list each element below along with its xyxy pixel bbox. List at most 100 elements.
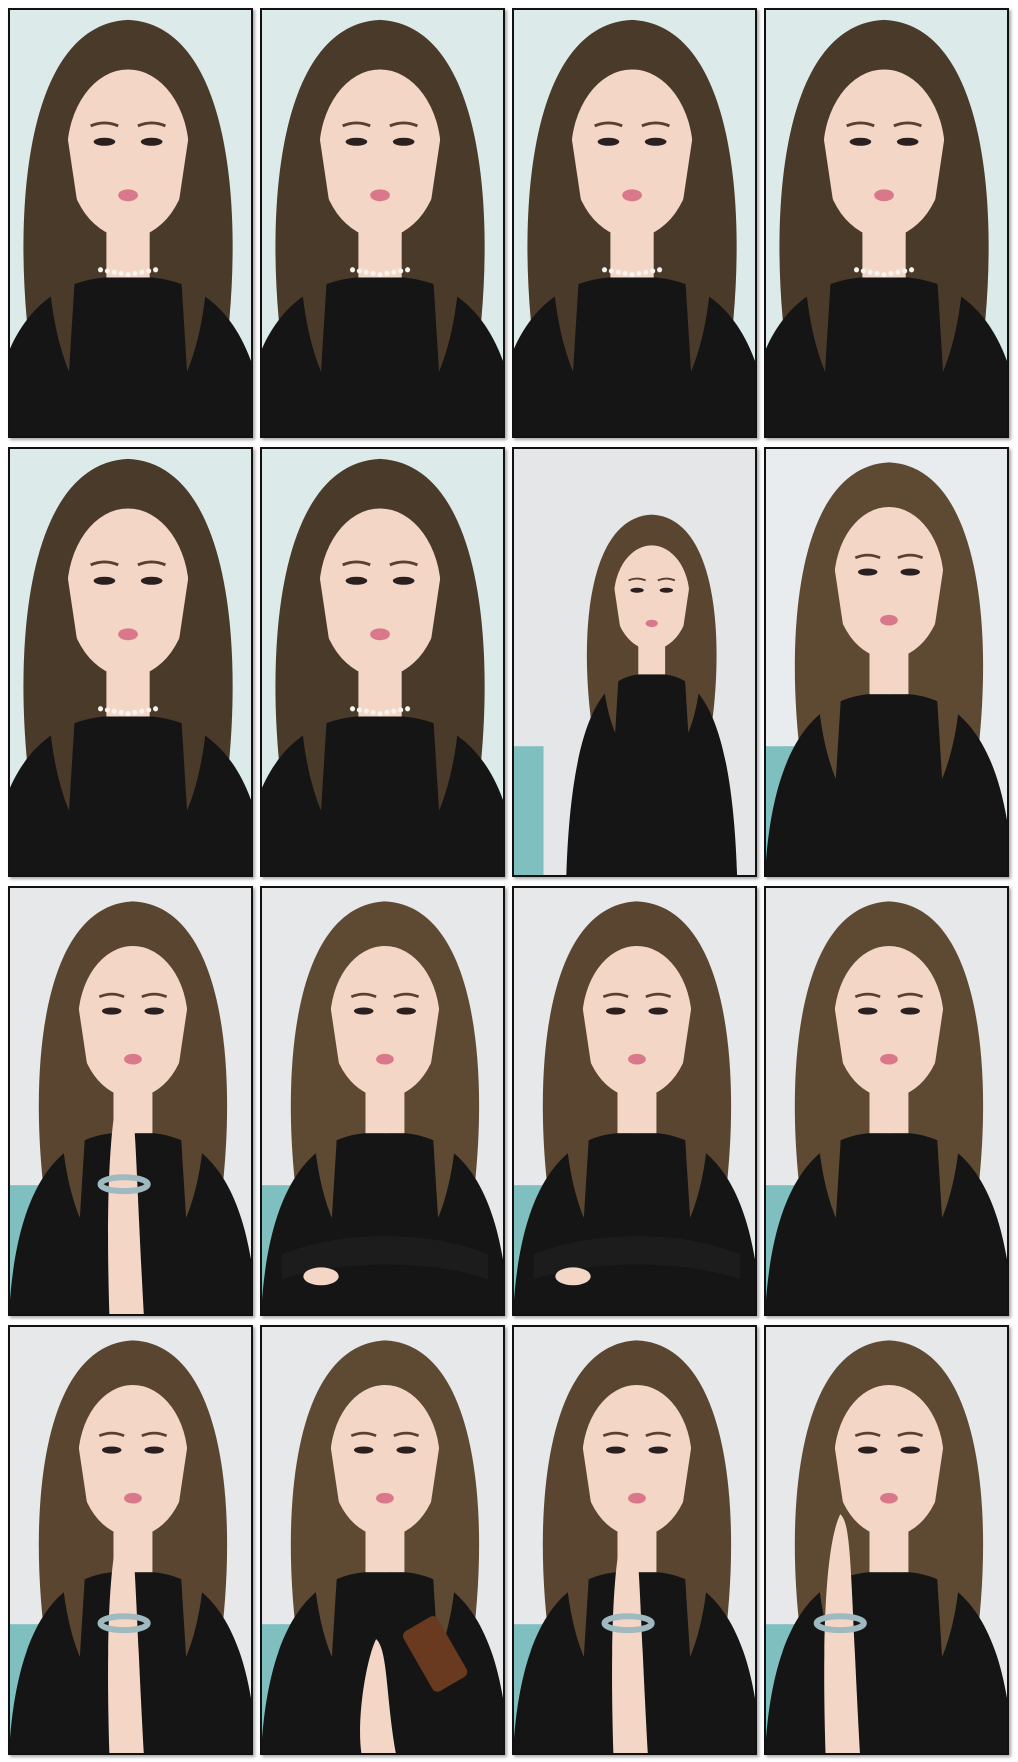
mouth bbox=[370, 628, 390, 641]
frame-image bbox=[10, 449, 251, 875]
video-frame-8 bbox=[764, 447, 1009, 877]
pearl bbox=[398, 268, 404, 274]
video-frame-2 bbox=[260, 8, 505, 438]
pearl bbox=[867, 269, 873, 275]
hand bbox=[303, 1267, 339, 1286]
mouth bbox=[880, 1492, 898, 1504]
left-eye bbox=[353, 1446, 374, 1454]
video-frame-15 bbox=[512, 1325, 757, 1755]
pearl bbox=[650, 268, 656, 274]
face bbox=[319, 508, 442, 677]
left-eye bbox=[605, 1446, 626, 1454]
frame-image bbox=[262, 888, 503, 1314]
pearl bbox=[657, 267, 663, 273]
face bbox=[582, 1384, 692, 1537]
frame-grid bbox=[8, 8, 1009, 1755]
face bbox=[319, 69, 442, 238]
pearl bbox=[146, 268, 152, 274]
left-eye bbox=[849, 137, 872, 146]
pearl bbox=[111, 708, 117, 714]
left-eye bbox=[93, 576, 116, 585]
pearl bbox=[377, 710, 383, 717]
right-eye bbox=[144, 1007, 164, 1015]
left-eye bbox=[353, 1007, 374, 1015]
frame-image bbox=[766, 10, 1007, 436]
pearl bbox=[881, 271, 887, 278]
frame-image bbox=[10, 10, 251, 436]
video-frame-1 bbox=[8, 8, 253, 438]
mouth bbox=[118, 189, 138, 202]
video-frame-12 bbox=[764, 886, 1009, 1316]
right-eye bbox=[140, 576, 163, 585]
pearl bbox=[97, 267, 104, 273]
face bbox=[78, 1384, 188, 1537]
face bbox=[330, 945, 440, 1098]
face bbox=[67, 69, 190, 238]
pearl bbox=[111, 269, 117, 275]
video-frame-6 bbox=[260, 447, 505, 877]
mouth bbox=[370, 189, 390, 202]
right-eye bbox=[392, 576, 415, 585]
left-eye bbox=[857, 568, 878, 576]
pearl bbox=[356, 707, 362, 713]
pearl bbox=[125, 271, 131, 278]
pearl bbox=[909, 267, 915, 273]
face bbox=[823, 69, 946, 238]
left-eye bbox=[101, 1007, 122, 1015]
pearl bbox=[601, 267, 608, 273]
right-eye bbox=[648, 1007, 668, 1015]
video-frame-16 bbox=[764, 1325, 1009, 1755]
sofa bbox=[514, 746, 544, 875]
pearl bbox=[132, 270, 138, 276]
pearl bbox=[391, 708, 397, 714]
face bbox=[330, 1384, 440, 1537]
left-eye bbox=[597, 137, 620, 146]
pearl bbox=[391, 269, 397, 275]
pearl bbox=[405, 706, 411, 712]
right-eye bbox=[900, 1007, 920, 1015]
pearl bbox=[860, 268, 866, 274]
face bbox=[78, 945, 188, 1098]
frame-image bbox=[766, 888, 1007, 1314]
left-eye bbox=[93, 137, 116, 146]
pearl bbox=[636, 270, 642, 276]
video-frame-4 bbox=[764, 8, 1009, 438]
pearl bbox=[363, 708, 369, 714]
frame-image bbox=[514, 1327, 755, 1753]
face bbox=[834, 945, 944, 1098]
right-eye bbox=[392, 137, 415, 146]
pearl bbox=[146, 707, 152, 713]
face bbox=[834, 506, 944, 659]
frame-image bbox=[262, 449, 503, 875]
left-eye bbox=[857, 1446, 878, 1454]
hand bbox=[555, 1267, 591, 1286]
pearl bbox=[398, 707, 404, 713]
pearl bbox=[608, 268, 614, 274]
pearl bbox=[643, 269, 649, 275]
mouth bbox=[124, 1492, 142, 1504]
left-eye bbox=[345, 576, 368, 585]
pearl bbox=[118, 709, 124, 715]
pearl bbox=[874, 270, 880, 276]
pearl bbox=[370, 709, 376, 715]
mouth bbox=[645, 619, 658, 628]
frame-image bbox=[262, 1327, 503, 1753]
video-frame-14 bbox=[260, 1325, 505, 1755]
right-eye bbox=[659, 587, 674, 593]
pearl bbox=[139, 708, 145, 714]
frame-image bbox=[514, 449, 755, 875]
pearl bbox=[902, 268, 908, 274]
video-frame-9 bbox=[8, 886, 253, 1316]
frame-image bbox=[10, 888, 251, 1314]
pearl bbox=[132, 709, 138, 715]
face bbox=[571, 69, 694, 238]
frame-image bbox=[766, 449, 1007, 875]
pearl bbox=[153, 267, 159, 273]
mouth bbox=[880, 614, 898, 626]
mouth bbox=[628, 1053, 646, 1065]
pearl bbox=[405, 267, 411, 273]
right-eye bbox=[900, 568, 920, 576]
pearl bbox=[356, 268, 362, 274]
right-eye bbox=[644, 137, 667, 146]
pearl bbox=[139, 269, 145, 275]
